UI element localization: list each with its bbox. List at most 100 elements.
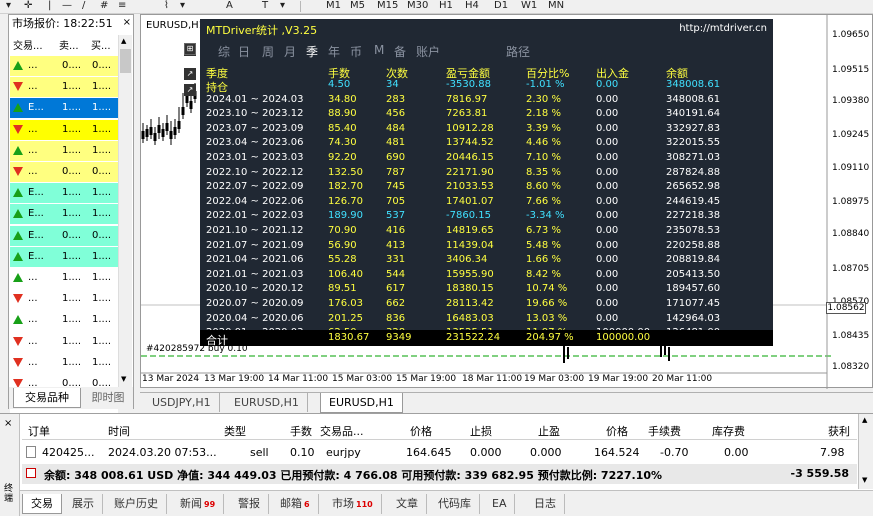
mtdriver-nav-2[interactable]: 周 [262,43,274,60]
dropdown-icon[interactable]: ▾ [6,0,11,12]
mtdriver-url[interactable]: http://mtdriver.cn [679,23,767,34]
timeframe-m5-button[interactable]: M5 [350,0,365,12]
tab-chart-eurusd[interactable]: EURUSD,H1 [226,393,308,412]
mtdriver-nav-10[interactable]: 路径 [506,43,530,60]
tab-tick-chart[interactable]: 即时图 [83,388,133,408]
column-header[interactable]: 价格 [606,423,628,439]
text-tool-button[interactable]: A [226,0,233,12]
scroll-down-icon[interactable]: ▼ [121,375,126,383]
column-header[interactable]: 止盈 [538,423,560,439]
channel-tool-icon[interactable]: # [100,0,108,12]
side-arrow-icon[interactable]: ↗ [184,68,196,80]
side-arrow2-icon[interactable]: ↗ [184,84,196,96]
mtdriver-nav-7[interactable]: M [374,43,384,57]
list-item[interactable]: E... 1.... 1.... [10,182,118,204]
hline-tool-icon[interactable]: — [62,0,72,12]
mtdriver-nav-8[interactable]: 备 [394,43,406,60]
tab-10[interactable]: 日志 [526,494,565,514]
table-cell: 89.51 [328,283,357,295]
list-item[interactable]: ... 0.... 0.... [10,161,118,182]
column-header[interactable]: 手续费 [648,423,681,439]
timeframe-h1-button[interactable]: H1 [439,0,453,12]
tab-5[interactable]: 邮箱 6 [272,494,319,514]
scrollbar-thumb[interactable] [120,49,131,73]
timeframe-m30-button[interactable]: M30 [407,0,428,12]
table-cell: 13.03 % [526,312,568,324]
tab-6[interactable]: 市场 110 [324,494,382,514]
tab-chart-eurusd-active[interactable]: EURUSD,H1 [320,393,403,413]
crosshair-icon[interactable]: ✛ [24,0,32,12]
timeframe-m15-button[interactable]: M15 [377,0,398,12]
tab-7[interactable]: 文章 [388,494,427,514]
label-tool-button[interactable]: T [262,0,268,12]
list-item[interactable]: E... 1.... 1.... [10,97,118,119]
mtdriver-nav-5[interactable]: 年 [328,43,340,60]
timeframe-w1-button[interactable]: W1 [521,0,537,12]
shapes-tool-icon[interactable]: ⌇ [164,0,169,12]
list-item[interactable]: ... 1.... 1.... [10,351,118,373]
tab-8[interactable]: 代码库 [430,494,480,514]
list-item[interactable]: ... 1.... 1.... [10,309,118,331]
column-header[interactable]: 止损 [470,423,492,439]
list-item[interactable]: ... 1.... 1.... [10,118,118,140]
list-item[interactable]: E... 1.... 1.... [10,203,118,225]
table-cell: 2023.10 ~ 2023.12 [206,108,304,120]
arrow-tool-icon[interactable]: ▾ [280,0,285,12]
line-tool-icon[interactable]: | [48,0,51,12]
list-item[interactable]: ... 1.... 1.... [10,288,118,310]
column-header-symbol[interactable]: 交易... [13,37,43,52]
table-cell: 106.40 [328,268,363,280]
column-header[interactable]: 时间 [108,423,130,439]
column-header[interactable]: 库存费 [712,423,745,439]
fib-tool-icon[interactable]: ≡ [118,0,126,12]
mtdriver-nav-4[interactable]: 季 [306,43,318,60]
timeframe-mn-button[interactable]: MN [548,0,564,12]
scroll-up-icon[interactable]: ▲ [121,37,126,45]
column-header[interactable]: 价格 [410,423,432,439]
tab-3[interactable]: 新闻 99 [172,494,225,514]
column-header-ask[interactable]: 买... [91,37,111,52]
ask-price: 1.... [92,144,112,156]
mtdriver-nav-0[interactable]: 综 [218,43,230,60]
list-item[interactable]: ... 1.... 1.... [10,76,118,98]
symbol-name: ... [28,81,38,93]
market-watch-scrollbar[interactable]: ▲ ▼ [118,35,132,387]
list-item[interactable]: ... 1.... 1.... [10,330,118,352]
column-header-bid[interactable]: 卖... [59,37,79,52]
column-header[interactable]: 手数 [290,423,312,439]
tab-symbols[interactable]: 交易品种 [13,388,81,408]
trendline-tool-icon[interactable]: / [82,0,85,12]
close-icon[interactable]: × [4,418,12,429]
tab-chart-usdjpy[interactable]: USDJPY,H1 [144,393,220,412]
tab-2[interactable]: 账户历史 [106,494,167,514]
tab-label: 文章 [396,497,418,510]
nav-menu-icon[interactable]: ⊞ [184,43,196,55]
column-header[interactable]: 订单 [28,423,50,439]
list-item[interactable]: E... 0.... 0.... [10,224,118,246]
timeframe-m1-button[interactable]: M1 [326,0,341,12]
scroll-up-icon[interactable]: ▲ [862,416,867,424]
timeframe-h4-button[interactable]: H4 [465,0,479,12]
table-cell: 481 [386,137,406,149]
tab-4[interactable]: 警报 [230,494,269,514]
column-header[interactable]: 获利 [828,423,850,439]
tab-9[interactable]: EA [484,494,516,514]
column-header[interactable]: 交易品... [320,423,364,439]
tab-1[interactable]: 展示 [64,494,103,514]
tab-0[interactable]: 交易 [22,494,62,514]
mtdriver-nav-1[interactable]: 日 [238,43,250,60]
list-item[interactable]: ... 1.... 1.... [10,139,118,161]
scroll-down-icon[interactable]: ▼ [862,476,867,484]
column-header[interactable]: 类型 [224,423,246,439]
mtdriver-nav-6[interactable]: 币 [350,43,362,60]
close-icon[interactable]: × [123,17,131,28]
mtdriver-nav-3[interactable]: 月 [284,43,296,60]
list-item[interactable]: E... 1.... 1.... [10,245,118,267]
dropdown-icon[interactable]: ▾ [180,0,185,12]
timeframe-d1-button[interactable]: D1 [494,0,508,12]
list-item[interactable]: ... 0.... 0.... [10,55,118,76]
terminal-scrollbar[interactable]: ▲ ▼ [858,414,873,489]
table-row[interactable]: 420425... 2024.03.20 07:53... sell 0.10 eurj… [22,442,857,462]
mtdriver-nav-9[interactable]: 账户 [416,43,440,60]
list-item[interactable]: ... 1.... 1.... [10,267,118,288]
